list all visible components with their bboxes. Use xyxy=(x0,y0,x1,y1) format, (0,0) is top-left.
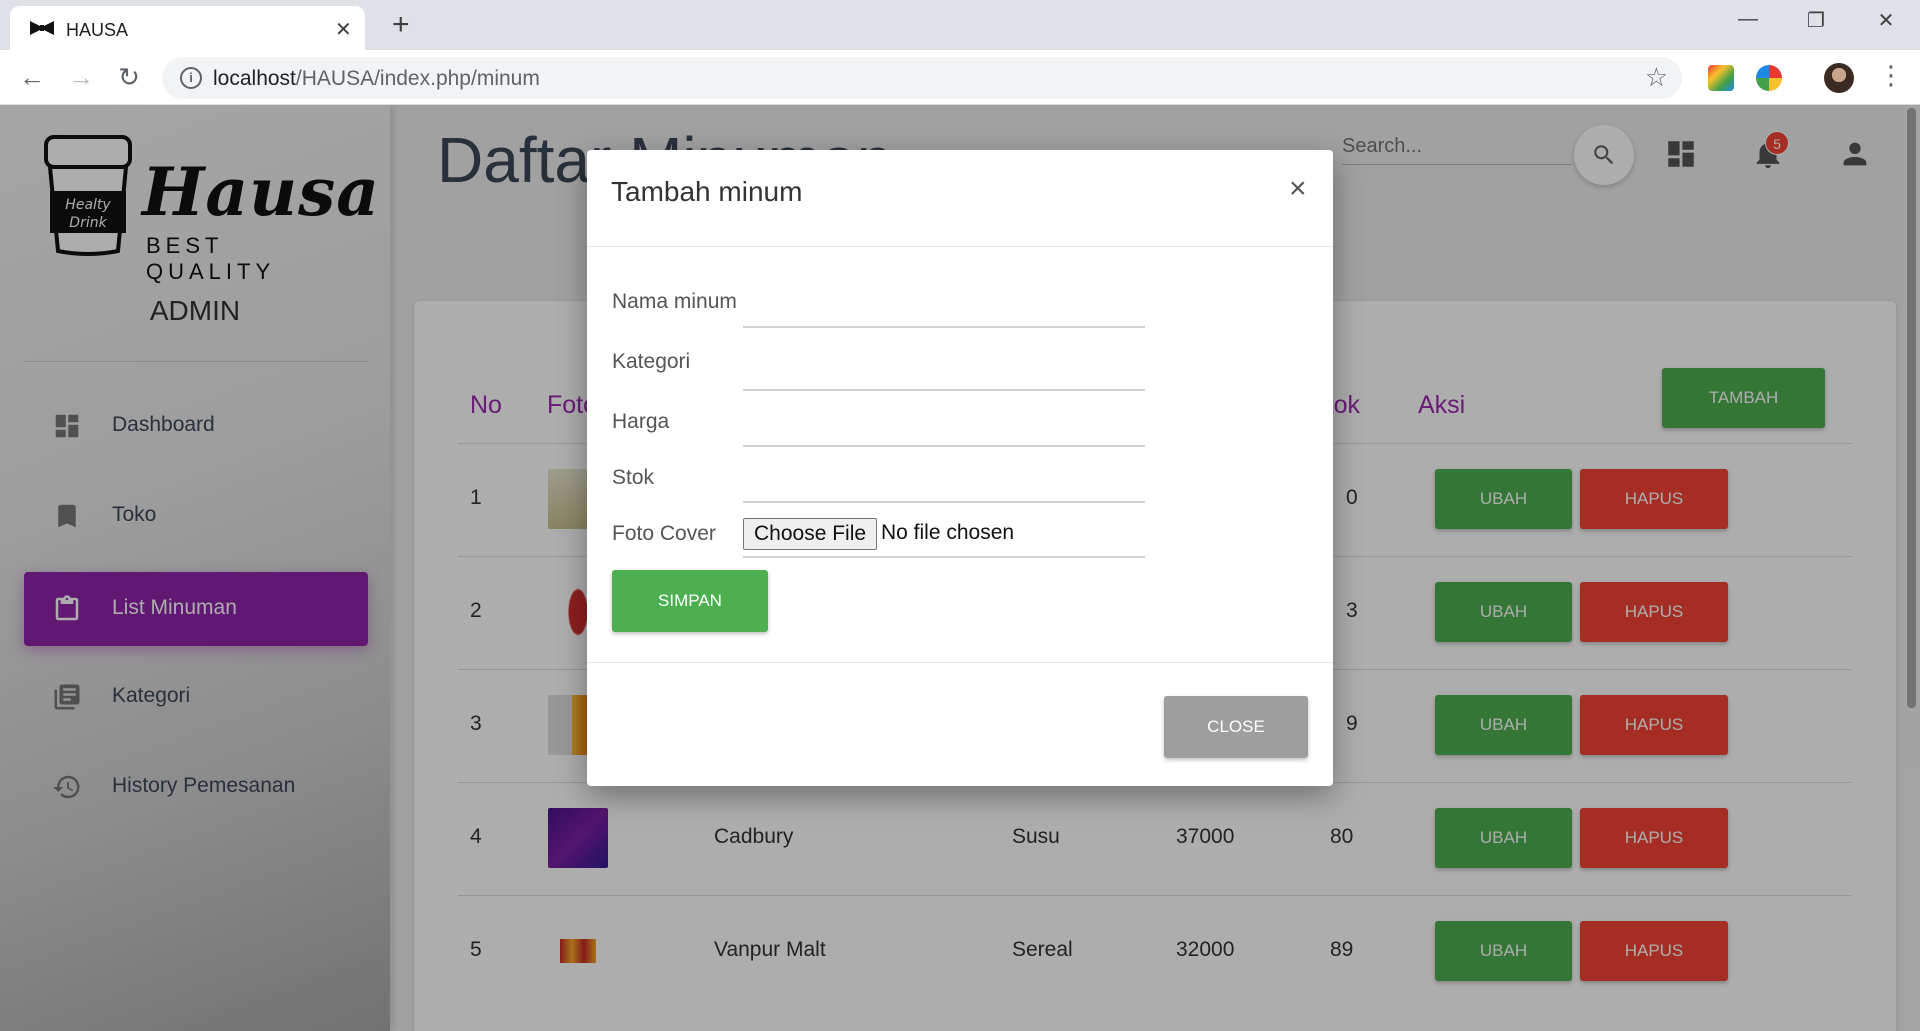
browser-tab-strip: HAUSA ✕ + — ❐ ✕ xyxy=(0,0,1920,50)
new-tab-icon[interactable]: + xyxy=(392,8,410,42)
back-arrow-icon[interactable]: ← xyxy=(17,62,47,92)
profile-avatar[interactable] xyxy=(1824,63,1854,93)
reload-icon[interactable]: ↻ xyxy=(114,62,144,92)
foto-cover-label: Foto Cover xyxy=(612,522,716,545)
close-button[interactable]: CLOSE xyxy=(1164,696,1308,758)
extension-globe-icon[interactable] xyxy=(1756,65,1782,91)
restore-window-icon[interactable]: ❐ xyxy=(1792,8,1840,38)
info-icon[interactable]: i xyxy=(180,67,202,89)
modal-footer-divider xyxy=(587,662,1333,663)
harga-label: Harga xyxy=(612,410,670,433)
close-window-icon[interactable]: ✕ xyxy=(1862,8,1910,38)
add-drink-modal: Tambah minum × Nama minum Kategori Harga… xyxy=(587,150,1333,786)
save-button[interactable]: SIMPAN xyxy=(612,570,768,632)
kategori-input[interactable] xyxy=(743,355,1145,391)
nama-minum-label: Nama minum xyxy=(612,290,737,313)
nama-minum-input[interactable] xyxy=(743,292,1145,328)
extension-v-icon[interactable] xyxy=(1708,65,1734,91)
close-tab-icon[interactable]: ✕ xyxy=(335,17,352,42)
tab-title: HAUSA xyxy=(66,20,129,40)
bowtie-favicon-icon xyxy=(30,21,54,35)
stok-input[interactable] xyxy=(743,467,1145,503)
browser-tab[interactable]: HAUSA ✕ xyxy=(10,6,365,50)
url-text: localhost/HAUSA/index.php/minum xyxy=(213,67,540,90)
stok-label: Stok xyxy=(612,466,655,489)
harga-input[interactable] xyxy=(743,411,1145,447)
browser-menu-icon[interactable]: ⋮ xyxy=(1878,60,1904,90)
browser-toolbar: ← → ↻ i localhost/HAUSA/index.php/minum … xyxy=(0,50,1920,105)
choose-file-button[interactable]: Choose File xyxy=(743,518,878,550)
address-bar[interactable]: i localhost/HAUSA/index.php/minum ☆ xyxy=(162,57,1682,99)
modal-close-icon[interactable]: × xyxy=(1289,174,1307,204)
file-status-text: No file chosen xyxy=(881,521,1015,544)
minimize-window-icon[interactable]: — xyxy=(1724,8,1772,38)
foto-cover-file-input[interactable]: Choose File No file chosen xyxy=(743,516,1145,558)
modal-title: Tambah minum xyxy=(611,176,803,207)
modal-header-divider xyxy=(587,246,1333,247)
kategori-label: Kategori xyxy=(612,350,691,373)
bookmark-star-icon[interactable]: ☆ xyxy=(1645,62,1668,93)
forward-arrow-icon[interactable]: → xyxy=(66,62,96,92)
